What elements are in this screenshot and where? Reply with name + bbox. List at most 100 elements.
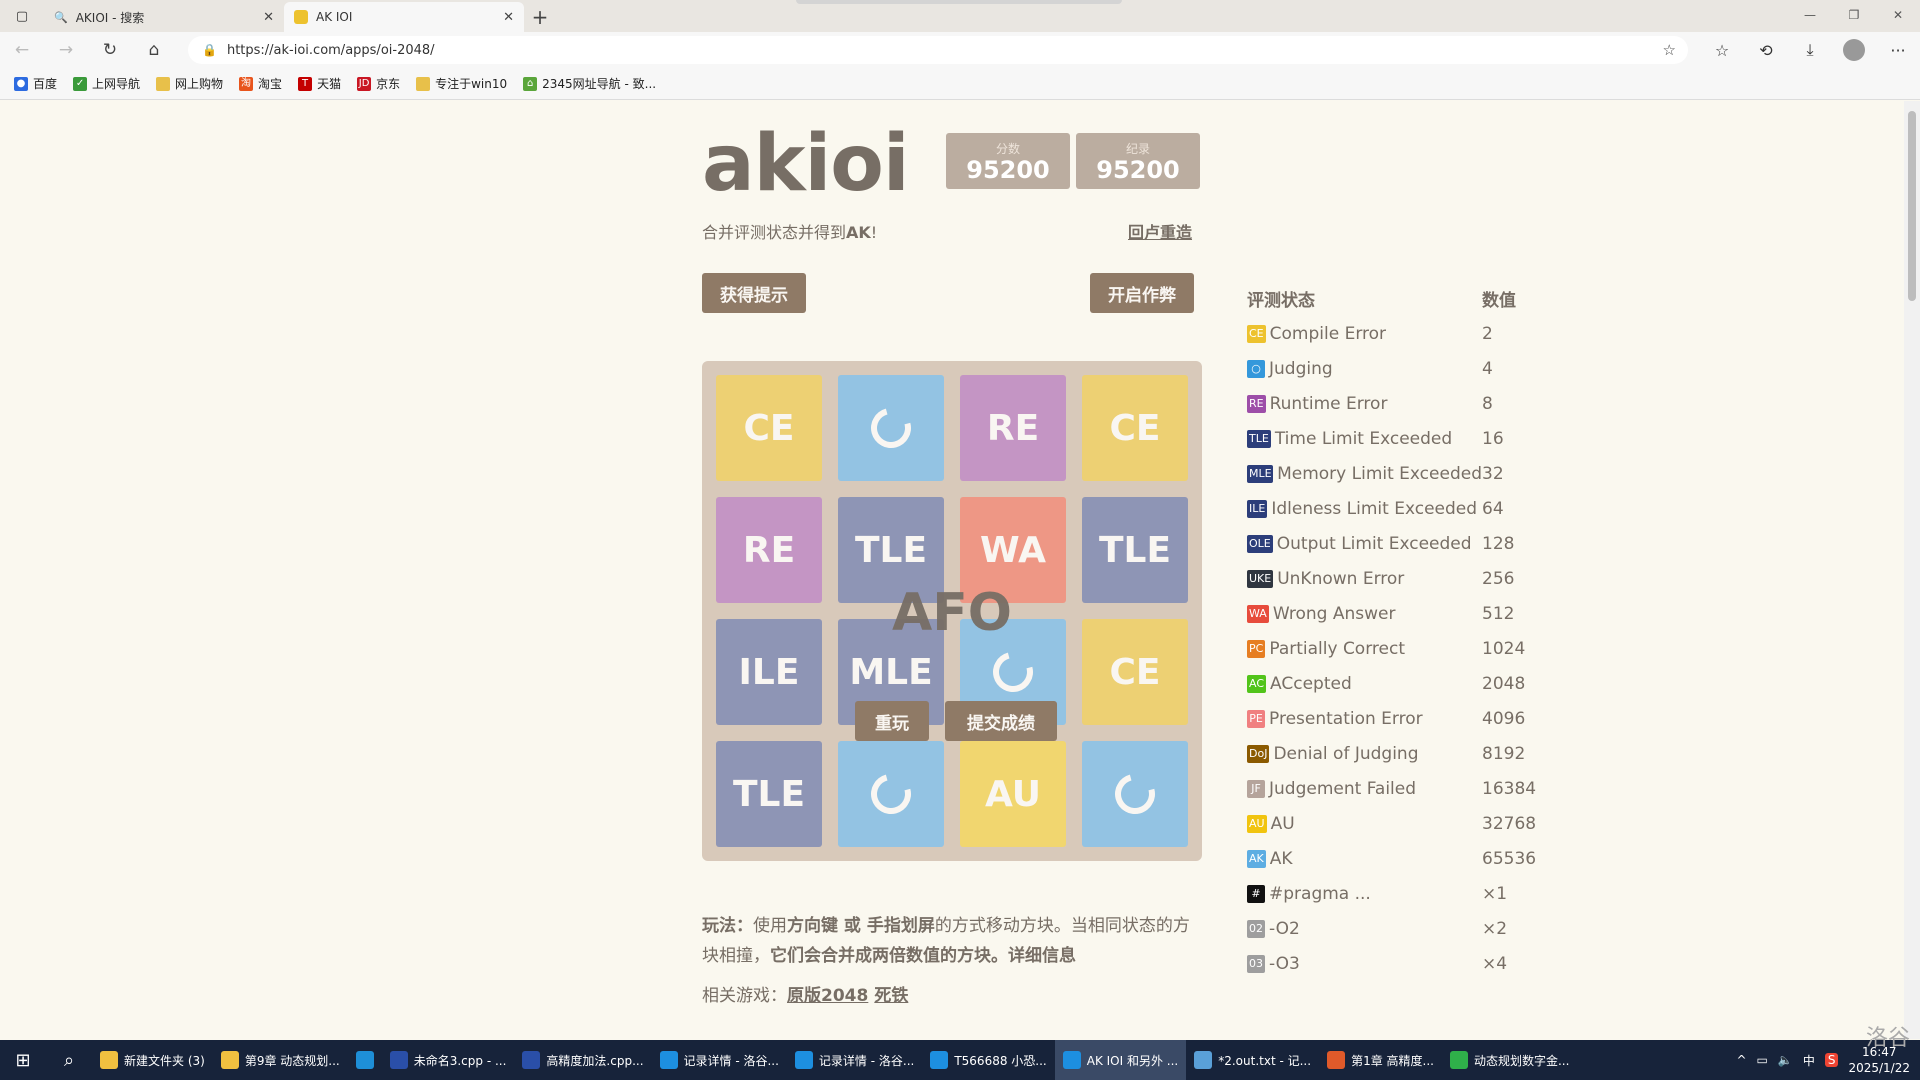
more-menu-icon[interactable]: ··· xyxy=(1876,41,1920,60)
home-icon[interactable]: ⌂ xyxy=(132,32,176,68)
best-label: 纪录 xyxy=(1125,142,1150,156)
legend-row: ILE Idleness Limit Exceeded 64 xyxy=(1247,491,1587,526)
tmall-icon: T xyxy=(298,76,313,91)
status-badge-icon: TLE xyxy=(1247,429,1271,448)
taskbar-item[interactable]: 记录详情 - 洛谷... xyxy=(652,1040,787,1080)
back-icon[interactable]: ← xyxy=(0,32,44,68)
page-scrollbar[interactable] xyxy=(1904,101,1920,1039)
bookmark-shopping[interactable]: 网上购物 xyxy=(156,75,223,92)
close-tab-icon[interactable]: ✕ xyxy=(503,10,514,25)
bookmark-nav[interactable]: ✓ 上网导航 xyxy=(73,75,140,92)
taskbar-item[interactable]: 未命名3.cpp - ... xyxy=(382,1040,515,1080)
legend-status-name: Memory Limit Exceeded xyxy=(1277,463,1482,484)
legend-status: UKE UnKnown Error xyxy=(1247,569,1482,589)
network-icon[interactable]: ▭ xyxy=(1757,1053,1768,1067)
bookmark-baidu[interactable]: ● 百度 xyxy=(14,75,57,92)
submit-score-button[interactable]: 提交成绩 xyxy=(945,701,1057,741)
profile-icon[interactable] xyxy=(1832,39,1876,61)
status-badge-icon: AC xyxy=(1247,674,1267,693)
search-icon[interactable]: ⌕ xyxy=(46,1040,92,1080)
taskbar-item[interactable]: 第1章 高精度... xyxy=(1319,1040,1442,1080)
taskbar-item[interactable]: 高精度加法.cpp... xyxy=(514,1040,651,1080)
legend-status-name: Runtime Error xyxy=(1269,393,1388,414)
game-board[interactable]: CE RE CE RE TLE WA TLE ILE MLE CE TLE AU AFO 重玩 提交成绩 xyxy=(702,361,1202,861)
sogou-icon[interactable]: S xyxy=(1824,1053,1839,1067)
taskbar-item[interactable]: 记录详情 - 洛谷... xyxy=(787,1040,922,1080)
legend-status: WA Wrong Answer xyxy=(1247,604,1482,624)
taskbar-item[interactable]: 新建文件夹 (3) xyxy=(92,1040,213,1080)
taskbar-item[interactable] xyxy=(348,1040,382,1080)
nav-icon: ✓ xyxy=(73,76,88,91)
status-badge-icon: AU xyxy=(1247,814,1267,833)
tile-judging xyxy=(1082,741,1188,847)
tile-label: MLE xyxy=(849,651,933,693)
close-window-icon[interactable]: ✕ xyxy=(1876,0,1920,30)
tray-chevron-icon[interactable]: ^ xyxy=(1736,1053,1746,1067)
ime-indicator[interactable]: 中 xyxy=(1803,1052,1815,1069)
tab-ak-ioi[interactable]: AK IOI ✕ xyxy=(284,2,524,32)
minimize-icon[interactable]: — xyxy=(1788,0,1832,30)
tile-label: TLE xyxy=(1098,529,1172,571)
legend-status-name: Judgement Failed xyxy=(1269,778,1417,799)
legend-status-name: Wrong Answer xyxy=(1272,603,1396,624)
taskbar-item[interactable]: 第9章 动态规划... xyxy=(213,1040,348,1080)
legend-status-name: Compile Error xyxy=(1269,323,1387,344)
legend-value: 16384 xyxy=(1482,778,1537,799)
bookmark-taobao[interactable]: 淘淘宝 xyxy=(239,75,282,92)
favorite-star-icon[interactable]: ☆ xyxy=(1663,41,1676,59)
howto-text: 玩法：使用方向键 或 手指划屏的方式移动方块。当相同状态的方块相撞，它们会合并成… xyxy=(702,916,1190,966)
game-over-message: AFO xyxy=(892,583,1012,643)
taskbar-item[interactable]: T566688 小恐... xyxy=(922,1040,1054,1080)
bookmark-2345[interactable]: ⌂ 2345网址导航 - 致... xyxy=(523,75,656,92)
restart-link[interactable]: 回卢重造 xyxy=(1128,219,1192,243)
volume-icon[interactable]: 🔈 xyxy=(1778,1053,1793,1067)
downloads-icon[interactable]: ⤓ xyxy=(1788,40,1832,60)
hint-button[interactable]: 获得提示 xyxy=(702,273,806,313)
legend-value: 16 xyxy=(1482,428,1504,449)
bookmark-win10[interactable]: 专注于win10 xyxy=(416,75,507,92)
tab-akioi-search[interactable]: 🔍 AKIOI - 搜索 ✕ xyxy=(44,2,284,32)
app-icon xyxy=(522,1051,541,1069)
scrollbar-thumb[interactable] xyxy=(1908,111,1916,301)
url-text: https://ak-ioi.com/apps/oi-2048/ xyxy=(226,42,435,58)
cheat-button[interactable]: 开启作弊 xyxy=(1090,273,1194,313)
tile-label: TLE xyxy=(732,773,806,815)
tile-re: RE xyxy=(960,375,1066,481)
close-tab-icon[interactable]: ✕ xyxy=(263,10,274,25)
forward-icon[interactable]: → xyxy=(44,32,88,68)
legend-value: 65536 xyxy=(1482,848,1537,869)
bookmark-jd[interactable]: JD 京东 xyxy=(357,75,400,92)
favorites-icon[interactable]: ☆ xyxy=(1700,41,1744,60)
windows-start-icon[interactable]: ⊞ xyxy=(0,1040,46,1080)
status-badge-icon: DoJ xyxy=(1247,744,1270,763)
restore-icon[interactable]: ❐ xyxy=(1832,0,1876,30)
new-tab-button[interactable]: + xyxy=(524,2,556,32)
url-field[interactable]: 🔒 https://ak-ioi.com/apps/oi-2048/ ☆ xyxy=(188,36,1688,64)
related-link-dead-iron[interactable]: 死铁 xyxy=(874,986,908,1006)
legend-header: 评测状态 数值 xyxy=(1247,286,1587,316)
clock-date: 2025/1/22 xyxy=(1848,1061,1910,1075)
legend-row: # #pragma ... ×1 xyxy=(1247,876,1587,911)
refresh-icon[interactable]: ↻ xyxy=(88,32,132,68)
status-badge-icon: WA xyxy=(1247,604,1269,623)
legend-row: PE Presentation Error 4096 xyxy=(1247,701,1587,736)
bookmark-tmall[interactable]: T 天猫 xyxy=(298,75,341,92)
2048-favicon-icon xyxy=(294,10,308,24)
retry-button[interactable]: 重玩 xyxy=(855,701,929,741)
taskbar-item-label: 记录详情 - 洛谷... xyxy=(683,1053,779,1068)
legend-value: ×1 xyxy=(1482,883,1508,904)
tile-label: RE xyxy=(742,529,796,571)
legend-status: OLE Output Limit Exceeded xyxy=(1247,534,1482,554)
legend-status: AC ACcepted xyxy=(1247,674,1482,694)
related-link-original[interactable]: 原版2048 xyxy=(787,986,868,1006)
window-controls: — ❐ ✕ xyxy=(1788,0,1920,30)
search-icon: 🔍 xyxy=(54,10,68,24)
popup-edge xyxy=(796,0,1122,4)
taskbar-item[interactable]: AK IOI 和另外 ... xyxy=(1054,1040,1187,1080)
taskbar: ⊞ ⌕ 新建文件夹 (3) 第9章 动态规划... 未命名3.cpp - ... 高精… xyxy=(0,1040,1920,1080)
taskbar-item[interactable]: 动态规划数字金... xyxy=(1442,1040,1577,1080)
taskbar-item[interactable]: *2.out.txt - 记... xyxy=(1186,1040,1319,1080)
history-icon[interactable]: ⟲ xyxy=(1744,41,1788,60)
tab-actions-icon[interactable]: ▢ xyxy=(0,0,44,32)
details-link[interactable]: 详细信息 xyxy=(1008,946,1076,966)
